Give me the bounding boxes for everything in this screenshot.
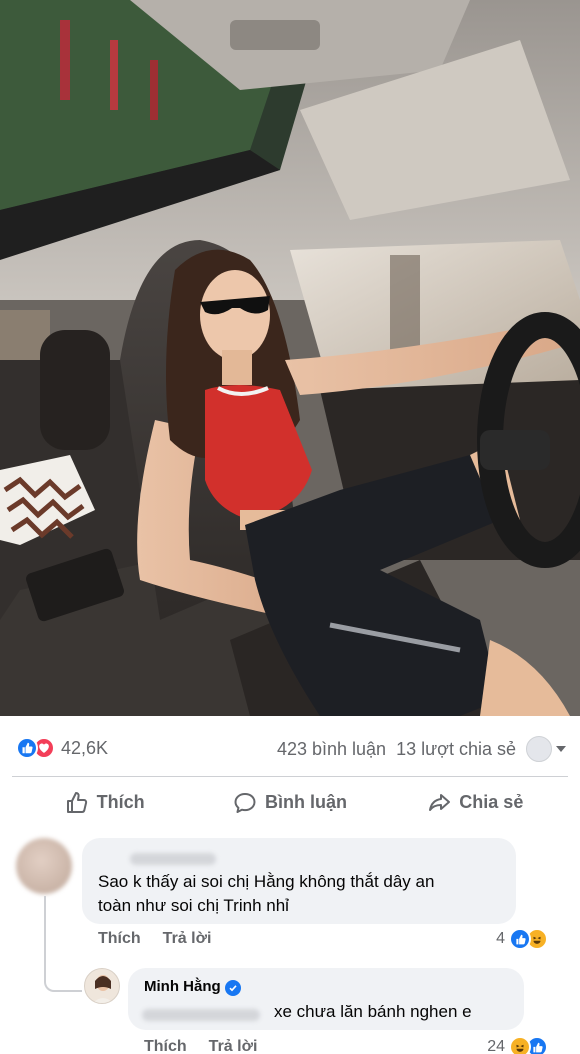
comment-button[interactable]: Bình luận xyxy=(197,777,382,828)
comment-author[interactable] xyxy=(130,852,216,870)
viewer-avatar[interactable] xyxy=(526,736,552,762)
like-button[interactable]: Thích xyxy=(12,777,197,828)
comment-reply-button[interactable]: Trả lời xyxy=(209,1038,258,1054)
share-button-label: Chia sẻ xyxy=(459,792,524,812)
avatar[interactable] xyxy=(84,968,120,1004)
reaction-count: 42,6K xyxy=(61,737,109,758)
like-icon xyxy=(16,737,38,759)
comment-reaction-count: 24 xyxy=(487,1038,505,1054)
comment-bubble: Sao k thấy ai soi chị Hằng không thắt dâ… xyxy=(82,838,516,924)
comment-text: xe chưa lăn bánh nghen e xyxy=(274,1002,472,1021)
shares-count-link[interactable]: 13 lượt chia sẻ xyxy=(396,739,516,760)
comment-reaction-count: 4 xyxy=(496,930,505,947)
reaction-summary[interactable]: 42,6K xyxy=(16,736,108,760)
post-photo[interactable] xyxy=(0,0,580,716)
comment-bubble-icon xyxy=(234,792,256,813)
haha-icon xyxy=(509,1036,531,1054)
verified-badge-icon xyxy=(224,980,241,996)
comment-like-button[interactable]: Thích xyxy=(144,1038,187,1054)
share-arrow-icon xyxy=(429,793,451,811)
comment-reactions[interactable]: 4 xyxy=(496,928,548,950)
comments-count-link[interactable]: 423 bình luận xyxy=(277,739,386,760)
comment: Sao k thấy ai soi chị Hằng không thắt dâ… xyxy=(0,830,580,960)
like-icon xyxy=(509,928,531,950)
comment-button-label: Bình luận xyxy=(264,792,347,812)
avatar[interactable] xyxy=(16,838,72,894)
comment-actions: Thích Trả lời xyxy=(98,930,211,948)
comment-text: Sao k thấy ai soi chị Hằng không thắt dâ… xyxy=(98,872,435,915)
chevron-down-icon[interactable] xyxy=(556,746,566,752)
thumbs-up-icon xyxy=(66,791,87,813)
post-action-bar: Thích Bình luận Chia sẻ xyxy=(12,776,568,828)
comment-reactions[interactable]: 24 xyxy=(487,1036,548,1054)
mention-tag[interactable] xyxy=(142,1008,260,1026)
comment-like-button[interactable]: Thích xyxy=(98,930,141,948)
comment-author[interactable]: Minh Hằng xyxy=(144,978,241,996)
like-button-label: Thích xyxy=(96,792,145,812)
post-stats-bar: 42,6K 423 bình luận 13 lượt chia sẻ xyxy=(0,716,580,776)
comment-actions: Thích Trả lời xyxy=(144,1038,257,1054)
reply-comment: Minh Hằng xe chưa lăn bánh nghen e Thích… xyxy=(0,962,580,1054)
comment-bubble: Minh Hằng xe chưa lăn bánh nghen e xyxy=(128,968,524,1030)
car-interior-photo xyxy=(0,0,580,716)
share-button[interactable]: Chia sẻ xyxy=(383,777,568,828)
comment-reply-button[interactable]: Trả lời xyxy=(163,930,212,948)
